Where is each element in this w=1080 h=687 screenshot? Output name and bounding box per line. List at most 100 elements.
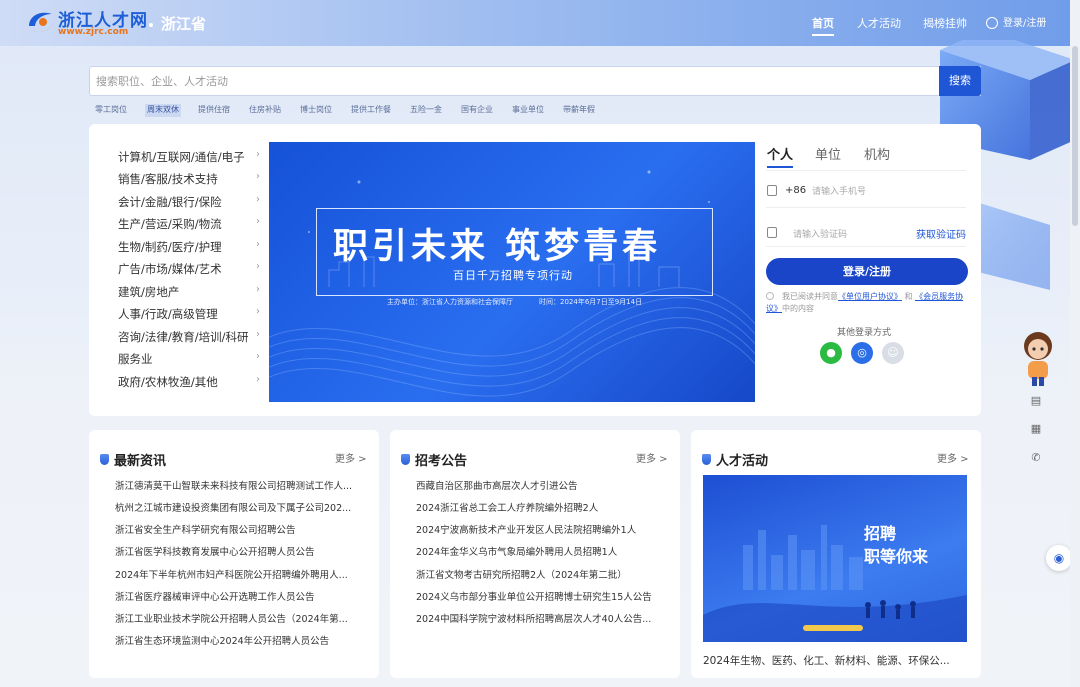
agreement-text: 我已阅读并同意《单位用户协议》 和 《会员服务协议》中的内容	[766, 291, 966, 315]
news-more-link[interactable]: 更多 >	[335, 450, 367, 465]
tag-public-institution[interactable]: 事业单位	[510, 104, 546, 117]
tab-personal[interactable]: 个人	[767, 144, 794, 168]
tab-company[interactable]: 单位	[815, 144, 841, 163]
login-submit-button[interactable]: 登录/注册	[766, 258, 968, 285]
nav-challenge[interactable]: 揭榜挂帅	[923, 15, 967, 31]
category-item[interactable]: 人事/行政/高级管理	[118, 306, 218, 322]
nav-talent-activities[interactable]: 人才活动	[857, 15, 901, 31]
exam-item[interactable]: 浙江省文物考古研究所招聘2人（2024年第二批）	[416, 567, 668, 581]
doc-icon[interactable]: ▤	[1025, 390, 1047, 412]
activity-title: 人才活动	[702, 450, 768, 469]
tab-divider	[766, 170, 966, 171]
chevron-right-icon: ›	[256, 261, 260, 272]
activity-caption[interactable]: 2024年生物、医药、化工、新材料、能源、环保公...	[703, 653, 950, 668]
nav-home[interactable]: 首页	[812, 15, 834, 36]
phone-prefix[interactable]: +86	[785, 185, 806, 196]
exam-title-label: 招考公告	[415, 454, 468, 469]
tag-housing-subsidy[interactable]: 住房补贴	[247, 104, 283, 117]
exam-item[interactable]: 2024浙江省总工会工人疗养院编外招聘2人	[416, 500, 668, 514]
phone-input[interactable]: 请输入手机号	[812, 184, 866, 197]
scan-icon[interactable]: ◎	[851, 342, 873, 364]
activity-image[interactable]: 招聘 职等你来	[703, 475, 967, 642]
tag-state-owned[interactable]: 国有企业	[459, 104, 495, 117]
banner-subtitle: 百日千万招聘专项行动	[453, 269, 573, 282]
chevron-right-icon: ›	[256, 351, 260, 362]
scrollbar-thumb[interactable]	[1072, 46, 1078, 226]
header-login-label: 登录/注册	[1003, 18, 1047, 29]
face-icon[interactable]: ☺	[882, 342, 904, 364]
chevron-right-icon: ›	[256, 306, 260, 317]
chevron-right-icon: ›	[256, 239, 260, 250]
field-divider	[766, 207, 966, 208]
get-code-button[interactable]: 获取验证码	[916, 226, 966, 241]
province-label: 浙江省	[161, 15, 207, 33]
shield-icon	[767, 227, 777, 238]
banner-title: 职引未来 筑梦青春	[333, 227, 662, 267]
news-item[interactable]: 浙江德清莫干山智联未来科技有限公司招聘测试工作人...	[115, 478, 367, 492]
category-item[interactable]: 会计/金融/银行/保险	[118, 194, 222, 210]
activity-more-link[interactable]: 更多 >	[937, 450, 969, 465]
chat-icon[interactable]: ◉	[1046, 545, 1072, 571]
tag-paid-leave[interactable]: 带薪年假	[561, 104, 597, 117]
agreement-and: 和	[904, 292, 913, 301]
news-item[interactable]: 2024年下半年杭州市妇产科医院公开招聘编外聘用人...	[115, 567, 367, 581]
category-item[interactable]: 生产/营运/采购/物流	[118, 216, 222, 232]
news-item[interactable]: 浙江省生态环境监测中心2024年公开招聘人员公告	[115, 633, 367, 647]
category-item[interactable]: 建筑/房地产	[118, 284, 179, 300]
header-login-link[interactable]: 登录/注册	[986, 14, 1046, 29]
tab-institution[interactable]: 机构	[864, 144, 890, 163]
promo-banner[interactable]: 职引未来 筑梦青春 百日千万招聘专项行动 主办单位：浙江省人力资源和社会保障厅 …	[269, 142, 755, 402]
news-item[interactable]: 浙江省安全生产科学研究有限公司招聘公告	[115, 522, 367, 536]
code-input[interactable]: 请输入验证码	[793, 227, 847, 240]
activity-image-line1: 招聘	[864, 524, 897, 543]
exam-more-link[interactable]: 更多 >	[636, 450, 668, 465]
bullet-icon	[149, 22, 153, 27]
agreement-suffix: 中的内容	[782, 304, 814, 313]
activity-image-text: 招聘 职等你来	[864, 522, 928, 568]
category-item[interactable]: 广告/市场/媒体/艺术	[118, 261, 222, 277]
tag-meals[interactable]: 提供工作餐	[349, 104, 393, 117]
tag-lodging[interactable]: 提供住宿	[196, 104, 232, 117]
exam-item[interactable]: 西藏自治区那曲市高层次人才引进公告	[416, 478, 668, 492]
other-login-label: 其他登录方式	[837, 328, 892, 338]
agreement-checkbox[interactable]	[766, 292, 774, 300]
mascot-avatar[interactable]	[1018, 328, 1058, 388]
exam-item[interactable]: 2024宁波高新技术产业开发区人民法院招聘编外1人	[416, 522, 668, 536]
activity-image-line2: 职等你来	[864, 547, 929, 566]
phone-icon[interactable]: ✆	[1025, 447, 1047, 469]
list-icon[interactable]: ▦	[1025, 418, 1047, 440]
chevron-right-icon: ›	[256, 149, 260, 160]
carousel-dots	[461, 394, 541, 402]
tag-odd-jobs[interactable]: 零工岗位	[93, 104, 129, 117]
site-logo[interactable]: 浙江人才网 www.zjrc.com	[26, 6, 147, 40]
wechat-icon[interactable]: ●	[820, 342, 842, 364]
search-button[interactable]: 搜索	[939, 66, 981, 96]
logo-mark-icon	[29, 12, 53, 33]
exam-item[interactable]: 2024年金华义乌市气象局编外聘用人员招聘1人	[416, 544, 668, 558]
news-item[interactable]: 浙江工业职业技术学院公开招聘人员公告（2024年第...	[115, 611, 367, 625]
logo-url: www.zjrc.com	[58, 27, 129, 37]
chevron-right-icon: ›	[256, 329, 260, 340]
category-item[interactable]: 计算机/互联网/通信/电子	[118, 149, 245, 165]
news-item[interactable]: 浙江省医学科技教育发展中心公开招聘人员公告	[115, 544, 367, 558]
user-agreement-link[interactable]: 《单位用户协议》	[838, 292, 902, 301]
tag-insurance[interactable]: 五险一金	[408, 104, 444, 117]
tag-phd[interactable]: 博士岗位	[298, 104, 334, 117]
category-item[interactable]: 服务业	[118, 351, 153, 367]
field-divider	[766, 246, 966, 247]
exam-item[interactable]: 2024义乌市部分事业单位公开招聘博士研究生15人公告	[416, 589, 668, 603]
exam-item[interactable]: 2024中国科学院宁波材料所招聘高层次人才40人公告...	[416, 611, 668, 625]
search-box	[89, 66, 981, 96]
news-item[interactable]: 杭州之江城市建设投资集团有限公司及下属子公司202...	[115, 500, 367, 514]
category-item[interactable]: 生物/制药/医疗/护理	[118, 239, 222, 255]
category-item[interactable]: 政府/农林牧渔/其他	[118, 374, 218, 390]
chevron-right-icon: ›	[256, 374, 260, 385]
province-selector[interactable]: 浙江省	[149, 13, 206, 34]
chevron-right-icon: ›	[256, 216, 260, 227]
news-item[interactable]: 浙江省医疗器械审评中心公开选聘工作人员公告	[115, 589, 367, 603]
search-input[interactable]	[90, 67, 930, 95]
category-item[interactable]: 销售/客服/技术支持	[118, 171, 218, 187]
exam-icon	[401, 454, 410, 465]
tag-weekend-off[interactable]: 周末双休	[145, 104, 181, 117]
category-item[interactable]: 咨询/法律/教育/培训/科研	[118, 329, 249, 345]
